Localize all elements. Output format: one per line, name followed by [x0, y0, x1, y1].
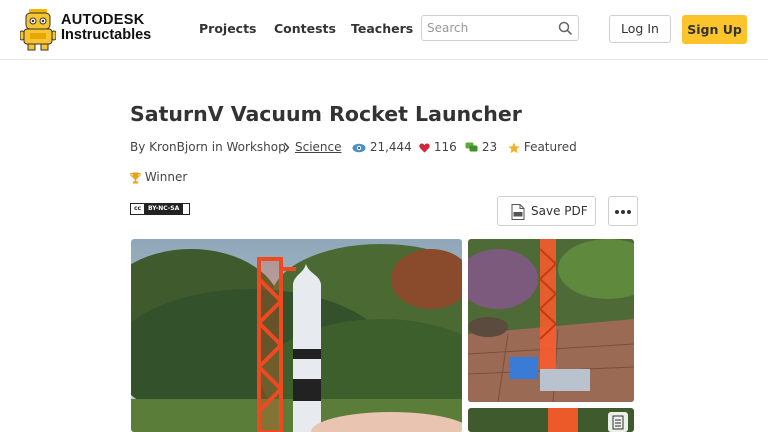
by-label: By	[130, 140, 146, 154]
more-icon	[615, 210, 619, 214]
page-title: SaturnV Vacuum Rocket Launcher	[130, 102, 522, 126]
license-type: BY-NC-SA	[144, 204, 184, 214]
cc-logo: cc	[133, 205, 142, 212]
login-button[interactable]: Log In	[609, 15, 671, 43]
launcher-detail-image	[468, 408, 634, 432]
comments-count: 23	[481, 140, 498, 154]
author-line: By KronBjorn in Workshop	[130, 140, 286, 154]
comment-icon	[465, 142, 478, 152]
more-options-button[interactable]	[608, 196, 638, 226]
views-count: 21,444	[369, 140, 412, 154]
search-icon[interactable]	[558, 21, 572, 35]
category-link[interactable]: Workshop	[227, 140, 286, 154]
license-badge[interactable]: cc BY-NC-SA	[130, 203, 190, 215]
instructables-robot-logo[interactable]	[20, 7, 56, 51]
search-input[interactable]	[427, 19, 552, 37]
nav-teachers[interactable]: Teachers	[351, 21, 413, 36]
nav-projects[interactable]: Projects	[199, 21, 257, 36]
featured-label: Featured	[523, 140, 577, 154]
author-link[interactable]: KronBjorn	[149, 140, 208, 154]
nav-contests[interactable]: Contests	[274, 21, 336, 36]
comments-stat[interactable]: 23	[465, 140, 497, 154]
heart-icon	[419, 143, 430, 152]
winner-label: Winner	[144, 170, 188, 184]
in-label: in	[211, 140, 223, 154]
brand-instructables: Instructables	[61, 27, 152, 43]
more-icon-dot	[621, 210, 625, 214]
more-icon-dot	[627, 210, 631, 214]
main-photo[interactable]	[131, 239, 462, 432]
launch-tower-patio-image	[468, 239, 634, 402]
save-pdf-button[interactable]: Save PDF	[497, 196, 596, 226]
save-pdf-label: Save PDF	[531, 204, 588, 218]
views-stat: 21,444	[352, 140, 412, 154]
featured-badge: Featured	[508, 140, 577, 154]
side-photo-2[interactable]	[468, 408, 634, 432]
search-box	[421, 15, 579, 41]
winner-badge[interactable]: Winner	[130, 170, 187, 184]
signup-button[interactable]: Sign Up	[682, 15, 747, 44]
site-header: AUTODESK Instructables Projects Contests…	[0, 0, 768, 60]
favorites-count: 116	[433, 140, 457, 154]
favorites-stat[interactable]: 116	[419, 140, 457, 154]
side-photo-1[interactable]	[468, 239, 634, 402]
chevron-right-icon	[283, 142, 290, 153]
star-icon	[508, 142, 520, 153]
eye-icon	[352, 143, 366, 152]
brand-wordmark[interactable]: AUTODESK Instructables	[61, 13, 151, 43]
trophy-icon	[130, 172, 141, 183]
subcategory-link[interactable]: Science	[295, 140, 342, 154]
rocket-launcher-garden-image	[131, 239, 462, 432]
brand-autodesk: AUTODESK	[61, 12, 145, 28]
pdf-icon	[511, 204, 525, 220]
